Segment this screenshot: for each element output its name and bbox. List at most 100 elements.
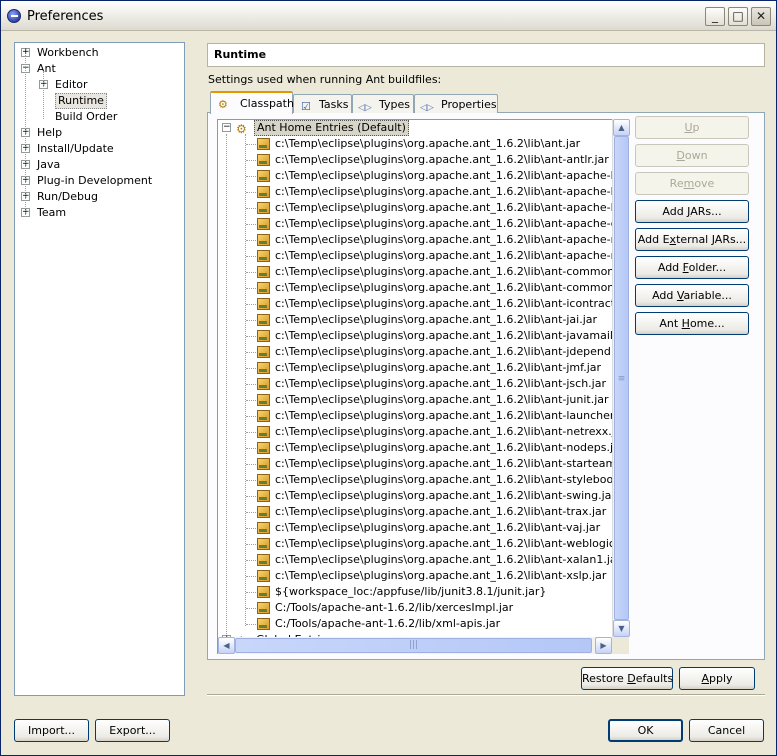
tab-types[interactable]: ◁▷ Types [352, 94, 414, 113]
ok-button[interactable]: OK [608, 719, 683, 742]
classpath-entry[interactable]: c:\Temp\eclipse\plugins\org.apache.ant_1… [220, 360, 628, 376]
classpath-entry-label: c:\Temp\eclipse\plugins\org.apache.ant_1… [275, 473, 629, 486]
tree-line [246, 304, 256, 305]
classpath-entry[interactable]: c:\Temp\eclipse\plugins\org.apache.ant_1… [220, 344, 628, 360]
classpath-entry[interactable]: c:\Temp\eclipse\plugins\org.apache.ant_1… [220, 488, 628, 504]
tree-label-plugin-development: Plug-in Development [37, 174, 153, 187]
preferences-tree[interactable]: + Workbench − Ant + Editor Runtime Build Order +… [14, 42, 185, 696]
tree-item-workbench[interactable]: + Workbench [15, 45, 183, 61]
tab-properties[interactable]: ◁▷ Properties [414, 94, 498, 113]
ant-home-entries-row[interactable]: − ⚙ Ant Home Entries (Default) [220, 120, 620, 136]
tree-item-install-update[interactable]: + Install/Update [15, 141, 183, 157]
classpath-entry-label: c:\Temp\eclipse\plugins\org.apache.ant_1… [275, 201, 629, 214]
classpath-list[interactable]: − ⚙ Ant Home Entries (Default) + ⚙ Globa… [217, 119, 629, 654]
collapse-icon[interactable]: − [222, 123, 231, 132]
add-folder-button[interactable]: Add Folder... [635, 256, 749, 279]
classpath-entry[interactable]: c:\Temp\eclipse\plugins\org.apache.ant_1… [220, 504, 628, 520]
tree-line [246, 176, 256, 177]
classpath-entry[interactable]: c:\Temp\eclipse\plugins\org.apache.ant_1… [220, 136, 628, 152]
tree-item-runtime[interactable]: Runtime [15, 93, 183, 109]
tree-line [43, 71, 44, 119]
up-button[interactable]: Up [635, 116, 749, 139]
tree-item-build-order[interactable]: Build Order [15, 109, 183, 125]
tree-item-team[interactable]: + Team [15, 205, 183, 221]
scroll-up-icon[interactable]: ▲ [613, 119, 630, 136]
classpath-entry[interactable]: c:\Temp\eclipse\plugins\org.apache.ant_1… [220, 280, 628, 296]
tree-item-help[interactable]: + Help [15, 125, 183, 141]
jar-icon [257, 490, 270, 502]
tree-item-java[interactable]: + Java [15, 157, 183, 173]
tree-line [246, 480, 256, 481]
tab-tasks-label: Tasks [319, 98, 349, 111]
classpath-entry[interactable]: c:\Temp\eclipse\plugins\org.apache.ant_1… [220, 424, 628, 440]
tree-label-team: Team [37, 206, 67, 219]
classpath-entry[interactable]: C:/Tools/apache-ant-1.6.2/lib/xercesImpl… [220, 600, 628, 616]
classpath-entry[interactable]: c:\Temp\eclipse\plugins\org.apache.ant_1… [220, 520, 628, 536]
classpath-entry[interactable]: c:\Temp\eclipse\plugins\org.apache.ant_1… [220, 440, 628, 456]
title-bar[interactable]: Preferences _ □ ✕ [1, 1, 776, 31]
tree-line [246, 528, 256, 529]
scroll-down-icon[interactable]: ▼ [613, 620, 630, 637]
add-jars-label: Add JARs... [662, 205, 722, 218]
vertical-scroll-thumb[interactable]: ≡ [614, 136, 629, 620]
tree-item-plugin-development[interactable]: + Plug-in Development [15, 173, 183, 189]
tree-line [246, 592, 256, 593]
classpath-entry[interactable]: c:\Temp\eclipse\plugins\org.apache.ant_1… [220, 152, 628, 168]
classpath-entry[interactable]: c:\Temp\eclipse\plugins\org.apache.ant_1… [220, 200, 628, 216]
horizontal-scroll-thumb[interactable]: ||| [235, 638, 592, 653]
tab-tasks[interactable]: ☑ Tasks [293, 94, 352, 113]
tree-line [25, 55, 26, 217]
classpath-entry[interactable]: C:/Tools/apache-ant-1.6.2/lib/xml-apis.j… [220, 616, 628, 632]
tree-line [246, 416, 256, 417]
classpath-entry[interactable]: c:\Temp\eclipse\plugins\org.apache.ant_1… [220, 456, 628, 472]
scroll-left-icon[interactable]: ◀ [218, 637, 235, 654]
classpath-entry[interactable]: c:\Temp\eclipse\plugins\org.apache.ant_1… [220, 408, 628, 424]
apply-button[interactable]: Apply [679, 667, 755, 690]
classpath-entry[interactable]: c:\Temp\eclipse\plugins\org.apache.ant_1… [220, 264, 628, 280]
jar-icon [257, 458, 270, 470]
cancel-button[interactable]: Cancel [689, 719, 764, 742]
classpath-entry[interactable]: c:\Temp\eclipse\plugins\org.apache.ant_1… [220, 184, 628, 200]
classpath-entry[interactable]: c:\Temp\eclipse\plugins\org.apache.ant_1… [220, 168, 628, 184]
maximize-button[interactable]: □ [728, 7, 748, 26]
tab-classpath[interactable]: ⚙ Classpath [210, 91, 294, 114]
jar-icon [257, 218, 270, 230]
restore-defaults-button[interactable]: Restore Defaults [581, 667, 673, 690]
classpath-entry[interactable]: c:\Temp\eclipse\plugins\org.apache.ant_1… [220, 376, 628, 392]
classpath-entry[interactable]: c:\Temp\eclipse\plugins\org.apache.ant_1… [220, 328, 628, 344]
classpath-entry[interactable]: c:\Temp\eclipse\plugins\org.apache.ant_1… [220, 472, 628, 488]
classpath-entry[interactable]: c:\Temp\eclipse\plugins\org.apache.ant_1… [220, 296, 628, 312]
tree-label-editor: Editor [55, 78, 88, 91]
classpath-entry-label: c:\Temp\eclipse\plugins\org.apache.ant_1… [275, 313, 598, 326]
remove-button[interactable]: Remove [635, 172, 749, 195]
classpath-entry-label: c:\Temp\eclipse\plugins\org.apache.ant_1… [275, 361, 602, 374]
tree-item-run-debug[interactable]: + Run/Debug [15, 189, 183, 205]
jar-icon [257, 442, 270, 454]
down-button[interactable]: Down [635, 144, 749, 167]
classpath-entry[interactable]: c:\Temp\eclipse\plugins\org.apache.ant_1… [220, 216, 628, 232]
classpath-entry[interactable]: c:\Temp\eclipse\plugins\org.apache.ant_1… [220, 248, 628, 264]
classpath-entry[interactable]: c:\Temp\eclipse\plugins\org.apache.ant_1… [220, 312, 628, 328]
ant-home-button[interactable]: Ant Home... [635, 312, 749, 335]
tree-item-ant[interactable]: − Ant [15, 61, 183, 77]
classpath-entry[interactable]: c:\Temp\eclipse\plugins\org.apache.ant_1… [220, 536, 628, 552]
add-variable-button[interactable]: Add Variable... [635, 284, 749, 307]
jar-icon [257, 186, 270, 198]
classpath-entry[interactable]: c:\Temp\eclipse\plugins\org.apache.ant_1… [220, 568, 628, 584]
classpath-entry[interactable]: c:\Temp\eclipse\plugins\org.apache.ant_1… [220, 232, 628, 248]
tree-label-run-debug: Run/Debug [37, 190, 98, 203]
classpath-entry[interactable]: ${workspace_loc:/appfuse/lib/junit3.8.1/… [220, 584, 628, 600]
import-button[interactable]: Import... [14, 719, 89, 742]
close-button[interactable]: ✕ [751, 7, 771, 26]
add-jars-button[interactable]: Add JARs... [635, 200, 749, 223]
export-button[interactable]: Export... [95, 719, 170, 742]
minimize-button[interactable]: _ [705, 7, 725, 26]
tree-line [246, 208, 256, 209]
add-external-jars-button[interactable]: Add External JARs... [635, 228, 749, 251]
classpath-entry[interactable]: c:\Temp\eclipse\plugins\org.apache.ant_1… [220, 392, 628, 408]
horizontal-scrollbar[interactable]: ◀ ||| ▶ [218, 637, 612, 654]
vertical-scrollbar[interactable]: ▲ ≡ ▼ [612, 119, 630, 637]
classpath-entry[interactable]: c:\Temp\eclipse\plugins\org.apache.ant_1… [220, 552, 628, 568]
scroll-right-icon[interactable]: ▶ [595, 637, 612, 654]
tree-item-editor[interactable]: + Editor [15, 77, 183, 93]
